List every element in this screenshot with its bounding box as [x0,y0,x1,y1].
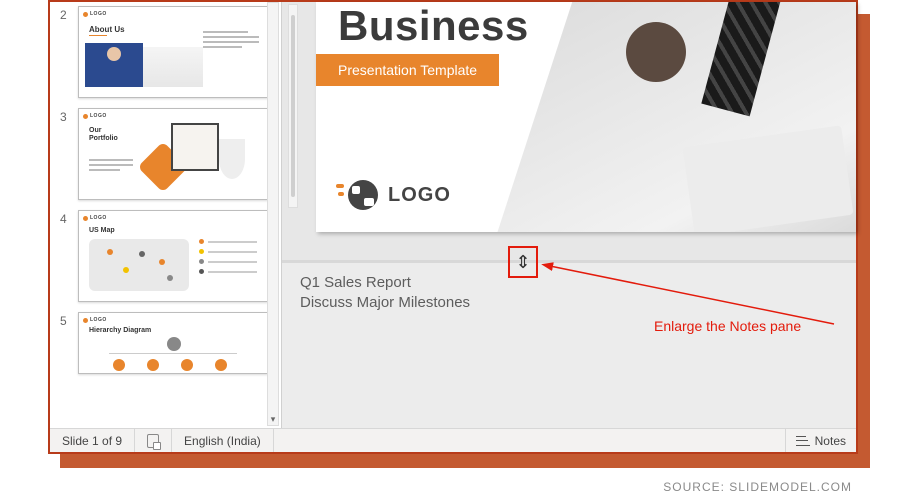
editor-area: Business Presentation Template LOGO Q1 S… [282,2,856,428]
slide-canvas[interactable]: Business Presentation Template LOGO [316,2,856,232]
thumbnail-number: 5 [60,312,74,328]
thumbnail-title: About Us [89,25,125,34]
thumbnail-preview[interactable]: LOGO Our Portfolio [78,108,268,200]
slide-thumbnail-rail[interactable]: 2 LOGO About Us 3 LOGO Our Portfolio 4 L… [50,2,282,428]
powerpoint-window: 2 LOGO About Us 3 LOGO Our Portfolio 4 L… [48,0,858,454]
logo-icon [83,216,88,221]
status-bar: Slide 1 of 9 English (India) Notes [50,428,856,452]
thumbnail-item[interactable]: 2 LOGO About Us [50,2,281,104]
logo-icon [83,318,88,323]
slide-logo-text: LOGO [388,184,451,207]
thumbnail-item[interactable]: 3 LOGO Our Portfolio [50,104,281,206]
logo-icon [83,12,88,17]
globe-icon [344,178,378,212]
thumbnail-preview[interactable]: LOGO US Map [78,210,268,302]
annotation-resize-highlight: ⇕ [508,246,538,278]
annotation-callout: Enlarge the Notes pane [654,318,801,334]
slide-counter[interactable]: Slide 1 of 9 [50,429,135,452]
accessibility-button[interactable] [135,429,172,452]
thumbnail-preview[interactable]: LOGO About Us [78,6,268,98]
thumbnail-number: 3 [60,108,74,124]
thumbnail-item[interactable]: 4 LOGO US Map [50,206,281,308]
thumbnail-title: Hierarchy Diagram [89,327,151,334]
language-button[interactable]: English (India) [172,429,274,452]
notes-pane[interactable]: Q1 Sales Report Discuss Major Milestones [282,263,856,428]
thumbnail-item[interactable]: 5 LOGO Hierarchy Diagram [50,308,281,380]
thumbnail-number: 4 [60,210,74,226]
slide-title[interactable]: Business [338,2,529,50]
scroll-down-icon[interactable]: ▾ [268,413,278,425]
editor-scrollbar[interactable] [288,4,298,208]
source-attribution: SOURCE: SLIDEMODEL.COM [663,480,852,494]
resize-vertical-icon: ⇕ [515,252,530,273]
notes-toggle-button[interactable]: Notes [785,429,856,452]
thumbnail-title: Our Portfolio [89,127,118,142]
thumbnail-title: US Map [89,227,115,234]
thumbnail-number: 2 [60,6,74,22]
slide-photo-hand [626,22,686,82]
slide-subtitle[interactable]: Presentation Template [316,54,499,86]
thumbnail-preview[interactable]: LOGO Hierarchy Diagram [78,312,268,374]
accessibility-icon [147,434,159,448]
logo-icon [83,114,88,119]
notes-icon [796,436,810,446]
notes-text[interactable]: Q1 Sales Report Discuss Major Milestones [300,273,838,314]
slide-logo[interactable]: LOGO [344,178,451,212]
thumbnail-scrollbar[interactable]: ▾ [267,2,279,426]
